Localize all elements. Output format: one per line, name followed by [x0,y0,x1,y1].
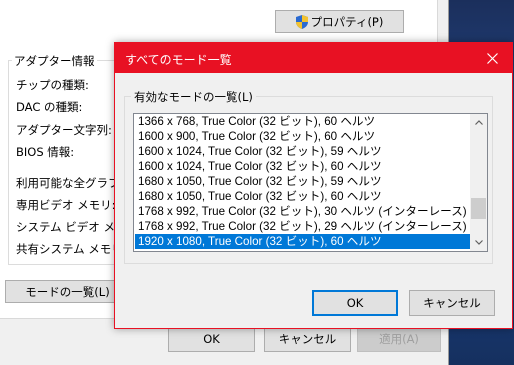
list-item[interactable]: 1600 x 900, True Color (32 ビット), 60 ヘルツ [135,129,471,144]
modes-scrollbar[interactable] [470,114,487,251]
properties-button-label: プロパティ(P) [310,14,384,29]
list-item[interactable]: 1768 x 992, True Color (32 ビット), 30 ヘルツ … [135,204,471,219]
properties-button[interactable]: プロパティ(P) [275,10,404,33]
adapter-string-label: アダプター文字列: [16,123,112,137]
bg-apply-label: 適用(A) [379,332,419,346]
mode-list-button[interactable]: モードの一覧(L) [5,280,130,303]
dialog-titlebar[interactable]: すべてのモード一覧 [115,43,512,73]
close-icon[interactable] [472,43,512,73]
modes-listbox[interactable]: 1366 x 768, True Color (32 ビット), 60 ヘルツ … [133,113,488,252]
valid-modes-group-label: 有効なモードの一覧(L) [131,89,256,105]
modes-list: 1366 x 768, True Color (32 ビット), 60 ヘルツ … [135,114,471,249]
dac-type-label: DAC の種類: [16,100,83,114]
dialog-ok-button[interactable]: OK [312,290,398,316]
bg-cancel-button[interactable]: キャンセル [264,326,351,352]
bg-cancel-label: キャンセル [278,332,337,346]
dialog-cancel-button[interactable]: キャンセル [409,290,495,316]
chip-type-label: チップの種類: [16,78,89,92]
list-item[interactable]: 1768 x 992, True Color (32 ビット), 29 ヘルツ … [135,219,471,234]
list-item[interactable]: 1600 x 1024, True Color (32 ビット), 60 ヘルツ [135,159,471,174]
bg-ok-label: OK [203,332,220,346]
list-item[interactable]: 1680 x 1050, True Color (32 ビット), 59 ヘルツ [135,174,471,189]
uac-shield-icon [295,14,308,29]
scroll-up-arrow-icon[interactable] [470,114,487,131]
bg-apply-button[interactable]: 適用(A) [357,326,441,352]
list-item-selected[interactable]: 1920 x 1080, True Color (32 ビット), 60 ヘルツ [135,234,471,249]
list-item[interactable]: 1366 x 768, True Color (32 ビット), 60 ヘルツ [135,114,471,129]
bios-info-label: BIOS 情報: [16,145,75,159]
list-item[interactable]: 1680 x 1050, True Color (32 ビット), 60 ヘルツ [135,189,471,204]
all-modes-dialog: すべてのモード一覧 有効なモードの一覧(L) 1366 x 768, True … [114,42,513,329]
dialog-title: すべてのモード一覧 [125,53,232,67]
dialog-cancel-label: キャンセル [423,296,481,310]
dedicated-video-memory-label: 専用ビデオ メモリ: [16,198,116,212]
mode-list-button-label: モードの一覧(L) [25,284,110,299]
scroll-down-arrow-icon[interactable] [470,234,487,251]
scroll-thumb[interactable] [471,198,486,219]
dialog-ok-label: OK [346,296,364,310]
shared-system-memory-label: 共有システム メモリ: [16,242,127,256]
bg-ok-button[interactable]: OK [168,326,255,352]
adapter-info-title: アダプター情報 [12,53,97,69]
list-item[interactable]: 1600 x 1024, True Color (32 ビット), 59 ヘルツ [135,144,471,159]
